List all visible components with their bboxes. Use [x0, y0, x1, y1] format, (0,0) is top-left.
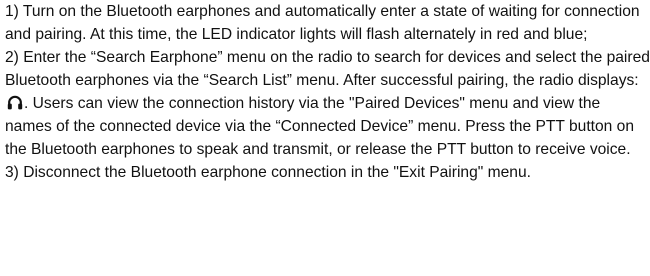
step-3: 3) Disconnect the Bluetooth earphone con…: [5, 161, 650, 184]
step-2-text-before-icon: 2) Enter the “Search Earphone” menu on t…: [5, 49, 650, 89]
step-2-text-after-icon: . Users can view the connection history …: [5, 95, 635, 158]
step-3-text: 3) Disconnect the Bluetooth earphone con…: [5, 164, 531, 181]
step-2: 2) Enter the “Search Earphone” menu on t…: [5, 46, 650, 161]
document-body: 1) Turn on the Bluetooth earphones and a…: [0, 0, 650, 276]
headphone-icon: [7, 94, 23, 110]
step-1: 1) Turn on the Bluetooth earphones and a…: [5, 0, 650, 46]
step-1-text: 1) Turn on the Bluetooth earphones and a…: [5, 3, 640, 43]
